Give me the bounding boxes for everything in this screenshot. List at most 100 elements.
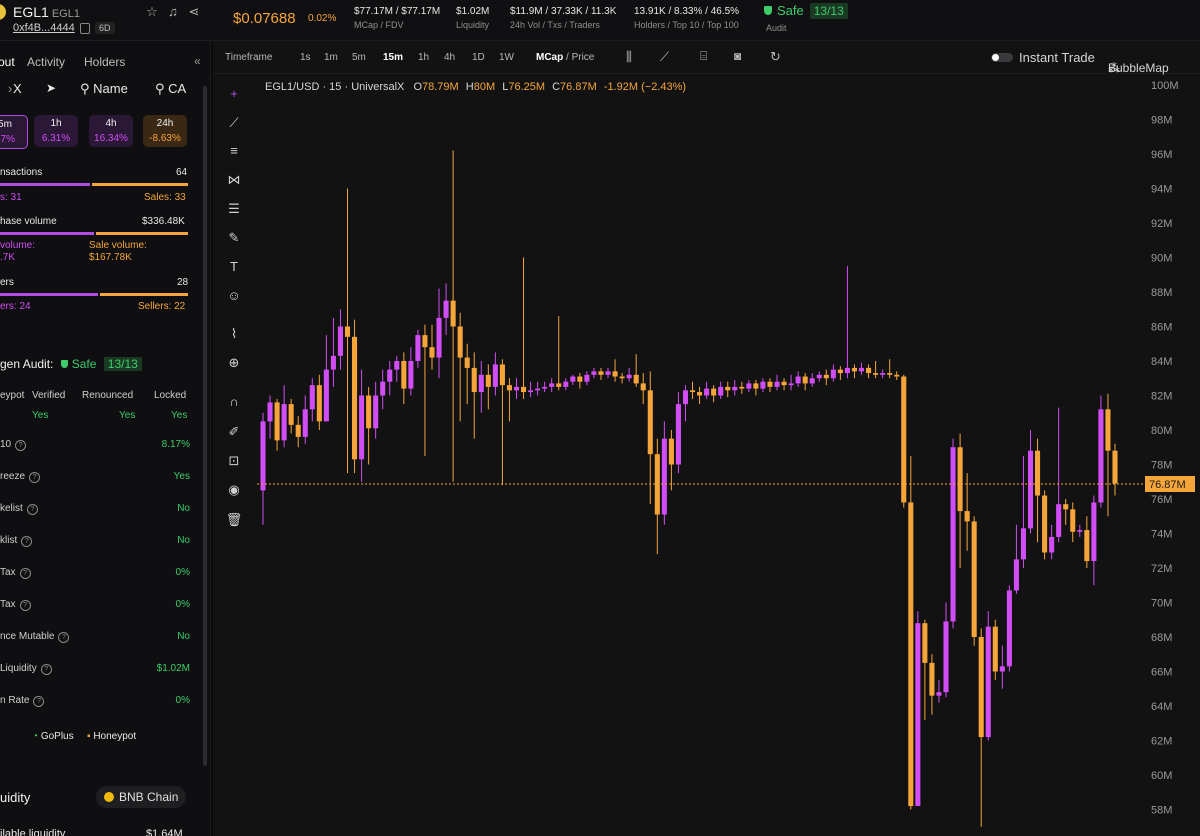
candle-body [957,447,963,512]
bookmark-icon[interactable]: ⌸ [700,49,707,64]
y-tick-label: 94M [1151,184,1172,196]
chart-toolbar: Timeframe 1s 1m 5m 15m 1h 4h 1D 1W MCap … [213,41,1200,75]
emoji-icon[interactable]: ☺ [225,287,243,305]
candle-body [992,626,998,672]
copy-icon[interactable] [80,23,90,34]
help-icon[interactable]: ? [19,600,31,611]
collapse-panel-icon[interactable]: « [194,54,201,68]
help-icon[interactable]: ? [15,440,27,451]
magnet-icon[interactable]: ∩ [225,393,243,411]
brush-icon[interactable]: ✎ [225,229,243,247]
x-social-icon[interactable]: X [13,81,22,101]
token-address[interactable]: 0xf4B...4444 [13,22,75,34]
camera-icon[interactable]: ◙ [734,49,741,63]
help-icon[interactable]: ? [33,696,45,707]
mcap-price-toggle[interactable]: MCap / Price [536,52,594,63]
candle-body [816,374,822,379]
left-panel: out Activity Holders « › X ➤ ⚲ Name ⚲ CA… [0,41,211,836]
candle-body [1077,530,1083,532]
volume-sell-value: $167.78K [89,252,132,263]
help-icon[interactable]: ? [29,472,41,483]
goplus-link[interactable]: ◔ GoPlus [32,731,74,742]
y-tick-label: 70M [1151,598,1172,610]
website-icon[interactable]: › [8,81,12,101]
timeframe-24h[interactable]: 24h -8.63% [143,115,187,147]
timeframe-5m[interactable]: 5m67% [0,115,28,149]
pattern-icon[interactable]: ⋈ [225,171,243,189]
honeypot-link[interactable]: ▪ Honeypot [87,731,136,742]
stat-value: $11.9M / 37.33K / 11.3K [510,6,617,17]
line-chart-icon[interactable]: ⟋ [660,49,669,65]
candle-body [260,421,266,491]
candle-body [851,367,858,372]
stat-value: $1.02M [456,6,490,17]
fib-icon[interactable]: ☰ [225,200,243,218]
candle-body [1049,536,1055,553]
tab-about[interactable]: out [0,55,15,69]
indicators-icon[interactable]: ⫼ [626,49,632,65]
search-ca-button[interactable]: ⚲ CA [155,81,186,101]
volume-label: hase volume [0,216,57,227]
token-name: EGL1 [51,8,80,20]
candle-body [401,361,407,389]
interval-4h[interactable]: 4h [444,52,455,63]
timeframe-1h[interactable]: 1h 6.31% [34,115,78,147]
candle-body [535,388,541,391]
crosshair-icon[interactable]: + [225,85,243,103]
top-bar: EGL1 EGL1 0xf4B...4444 6D ☆ ♫ ⋖ $0.07688 … [0,0,1200,41]
candle-body [880,373,886,375]
y-tick-label: 74M [1151,529,1172,541]
reset-icon[interactable]: ↻ [770,49,781,65]
interval-5m[interactable]: 5m [352,52,366,63]
zoom-icon[interactable]: ⊕ [225,354,243,372]
candle-body [668,438,674,465]
interval-1h[interactable]: 1h [418,52,429,63]
eye-icon[interactable]: ◉ [225,481,243,499]
interval-1w[interactable]: 1W [499,52,514,63]
help-icon[interactable]: ? [58,632,70,643]
candle-body [499,364,505,386]
token-price: $0.07688 [233,10,296,27]
instant-trade-toggle[interactable] [991,53,1013,62]
candle-body [352,336,358,460]
candlestick-chart[interactable]: 58M 60M 62M 64M 66M 68M 70M 72M 74M 76M 78M 80M 82M 8… [257,73,1200,836]
star-icon[interactable]: ☆ [145,5,159,19]
stat-liquidity: $1.02M Liquidity [456,6,489,30]
audit-col-renounced: Renounced [82,390,134,401]
lock-drawing-icon[interactable]: ✐ [225,423,243,441]
help-icon[interactable]: ? [40,664,52,675]
help-icon[interactable]: ? [26,504,38,515]
txns-buy-bar [0,183,90,186]
stat-label: MCap / FDV [354,20,404,30]
candle-body [429,347,435,358]
interval-15m[interactable]: 15m [383,52,403,63]
trendline-icon[interactable]: ⟋ [225,114,243,132]
trash-icon[interactable]: 🗑 [225,511,243,529]
candle-body [619,376,625,379]
bell-icon[interactable]: ♫ [166,5,180,19]
candle-body [739,386,745,389]
lock-icon[interactable]: ⊡ [225,452,243,470]
tab-holders[interactable]: Holders [84,55,125,69]
search-name-button[interactable]: ⚲ Name [80,81,128,101]
candle-body [520,386,527,393]
audit-safe-status[interactable]: Safe 13/13 [764,3,848,19]
interval-1m[interactable]: 1m [324,52,338,63]
interval-1s[interactable]: 1s [300,52,311,63]
text-icon[interactable]: T [225,258,243,276]
share-icon[interactable]: ⋖ [187,5,201,19]
candle-body [746,383,752,389]
help-icon[interactable]: ? [21,536,33,547]
interval-1d[interactable]: 1D [472,52,485,63]
tab-activity[interactable]: Activity [27,55,65,69]
candle-body [563,381,569,387]
ruler-icon[interactable]: ⌇ [225,325,243,343]
drawing-tools: + ⟋ ≡ ⋈ ☰ ✎ T ☺ ⌇ ⊕ ∩ ✐ ⊡ ◉ 🗑 [213,73,257,836]
telegram-icon[interactable]: ➤ [46,81,56,101]
horizontal-lines-icon[interactable]: ≡ [225,142,243,160]
left-panel-scrollbar[interactable] [203,86,207,766]
timeframe-4h[interactable]: 4h 16.34% [89,115,133,147]
candle-body [823,374,829,379]
audit-label: Audit [766,23,787,33]
help-icon[interactable]: ? [19,568,31,579]
